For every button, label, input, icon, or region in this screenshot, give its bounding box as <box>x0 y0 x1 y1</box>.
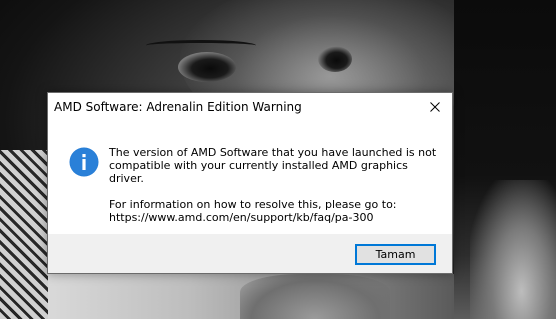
title-bar[interactable]: AMD Software: Adrenalin Edition Warning <box>48 93 452 121</box>
dialog-content: The version of AMD Software that you hav… <box>48 121 452 234</box>
desktop-background: AMD Software: Adrenalin Edition Warning … <box>0 0 556 319</box>
wallpaper-hand <box>240 274 390 319</box>
wallpaper-scarf <box>0 150 48 319</box>
close-button[interactable] <box>418 93 452 121</box>
close-icon <box>430 102 440 112</box>
message-line-1: The version of AMD Software that you hav… <box>109 146 437 159</box>
wallpaper-right-shape <box>470 180 556 319</box>
message-line-2: compatible with your currently installed… <box>109 159 408 185</box>
dialog-footer: Tamam <box>48 234 452 273</box>
info-icon <box>69 147 99 177</box>
dialog-title: AMD Software: Adrenalin Edition Warning <box>54 100 302 114</box>
wallpaper-eyebrow <box>146 40 256 51</box>
ok-button[interactable]: Tamam <box>355 244 436 265</box>
support-url: https://www.amd.com/en/support/kb/faq/pa… <box>109 211 374 224</box>
wallpaper-eye-right <box>318 46 352 72</box>
warning-dialog: AMD Software: Adrenalin Edition Warning … <box>47 92 453 274</box>
wallpaper-eye-left <box>178 52 236 82</box>
dialog-message: The version of AMD Software that you hav… <box>109 146 444 224</box>
message-line-3: For information on how to resolve this, … <box>109 198 397 211</box>
